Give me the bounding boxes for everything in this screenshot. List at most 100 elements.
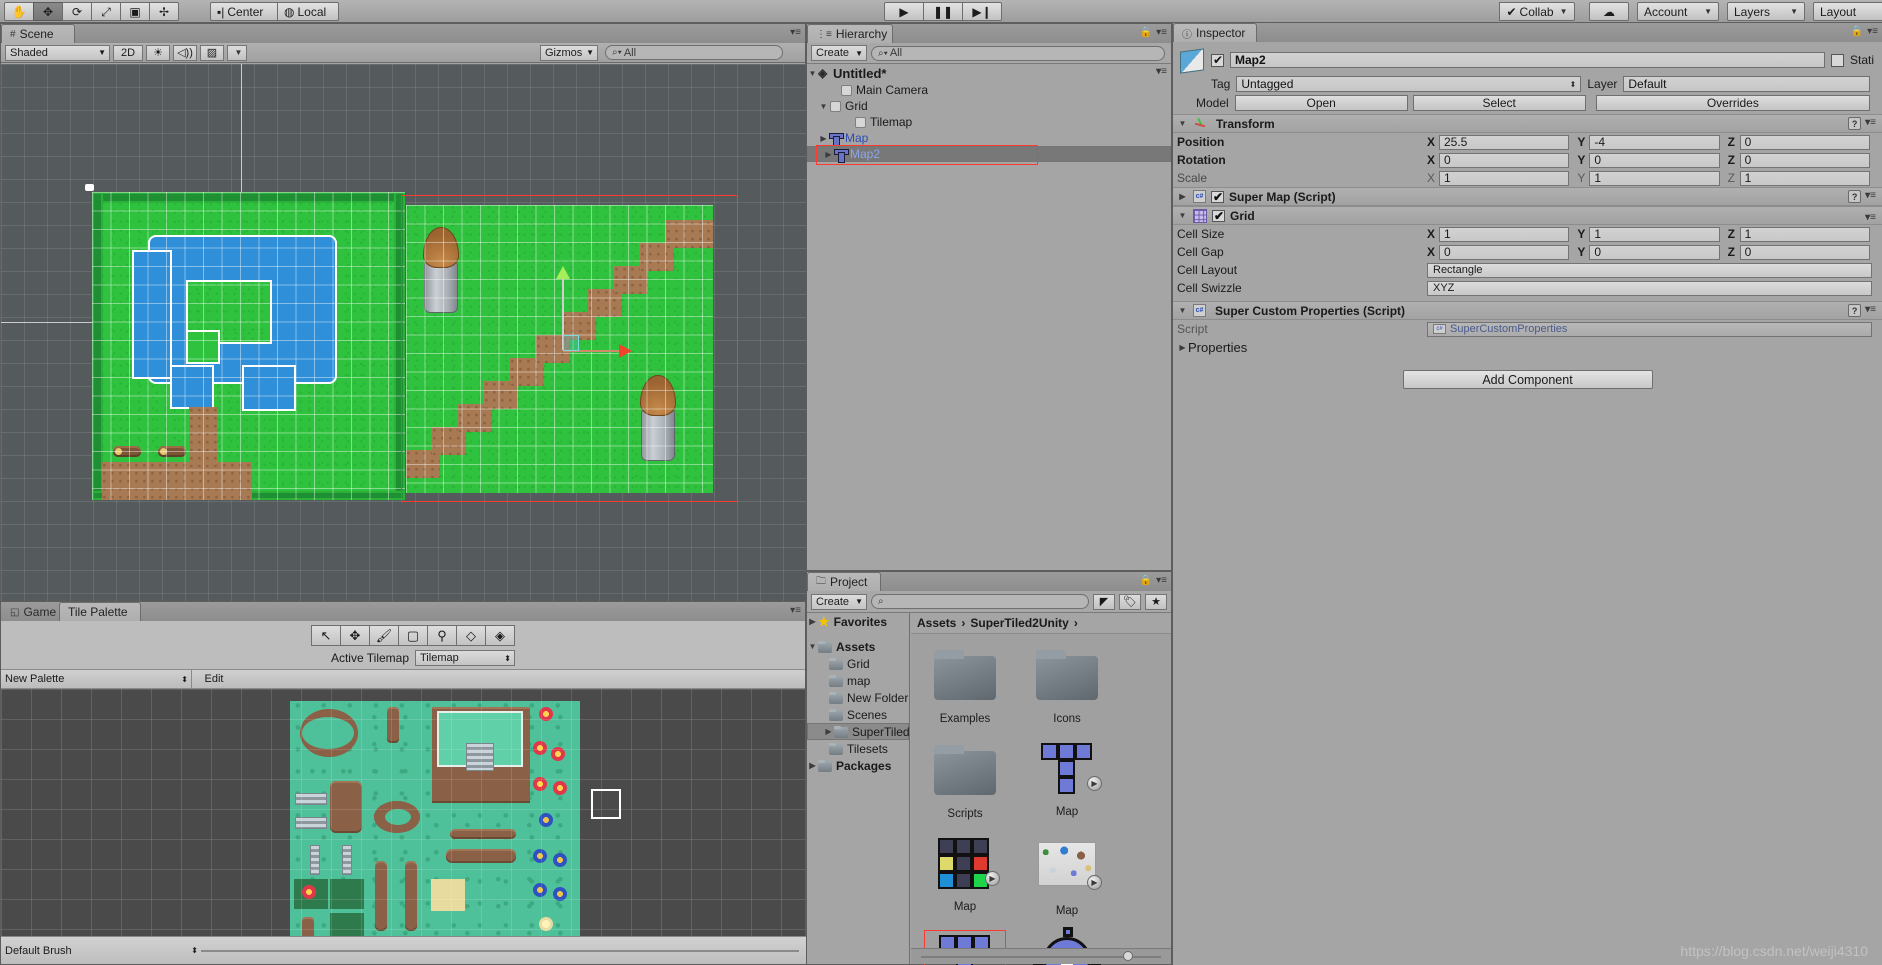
expand-triangle-icon[interactable]: ▼ bbox=[1177, 119, 1188, 128]
project-zoom-slider[interactable] bbox=[911, 948, 1171, 964]
project-tree-new-folder[interactable]: New Folder bbox=[807, 689, 909, 706]
shading-mode-dropdown[interactable]: Shaded ▼ bbox=[5, 45, 110, 61]
breadcrumb-supertiled2unity[interactable]: SuperTiled2Unity bbox=[970, 616, 1068, 630]
2d-toggle-button[interactable]: 2D bbox=[113, 45, 143, 61]
layers-button[interactable]: Layers ▼ bbox=[1727, 2, 1805, 21]
hierarchy-item-tilemap[interactable]: Tilemap bbox=[807, 114, 1171, 130]
asset-item-map-multicolor[interactable]: ▶ Map bbox=[925, 834, 1005, 917]
scene-search-input[interactable]: ⌕▾ All bbox=[605, 45, 783, 60]
menu-icon[interactable]: ▾≡ bbox=[1156, 27, 1167, 38]
add-component-button[interactable]: Add Component bbox=[1403, 370, 1653, 389]
static-checkbox[interactable] bbox=[1831, 54, 1844, 67]
fill-tool-button[interactable]: ◈ bbox=[485, 625, 515, 646]
cell-layout-dropdown[interactable]: Rectangle bbox=[1427, 263, 1872, 278]
hierarchy-item-map2[interactable]: ▶ Map2 bbox=[807, 146, 1171, 162]
expand-triangle-icon[interactable]: ▶ bbox=[1177, 192, 1188, 201]
project-create-button[interactable]: Create ▼ bbox=[811, 594, 867, 610]
box-fill-tool-button[interactable]: ▢ bbox=[398, 625, 428, 646]
scene-map-left[interactable] bbox=[92, 192, 405, 500]
scale-tool-button[interactable]: ⤢ bbox=[91, 2, 121, 21]
expand-triangle-icon[interactable]: ▼ bbox=[807, 69, 818, 78]
asset-item-map-tileset[interactable]: ▶ Map bbox=[1027, 834, 1107, 917]
project-asset-browser[interactable]: Assets › SuperTiled2Unity › Examples Ico… bbox=[911, 613, 1171, 964]
grid-enabled-checkbox[interactable] bbox=[1212, 210, 1225, 222]
project-tree-scenes[interactable]: Scenes bbox=[807, 706, 909, 723]
active-tilemap-dropdown[interactable]: Tilemap ⬍ bbox=[415, 650, 515, 666]
play-badge-icon[interactable]: ▶ bbox=[1087, 776, 1102, 791]
paint-brush-tool-button[interactable]: 🖌 bbox=[369, 625, 399, 646]
project-favorites-row[interactable]: ▶ ★ Favorites bbox=[807, 613, 909, 630]
project-tree-packages[interactable]: ▶ Packages bbox=[807, 757, 909, 774]
cell-size-z-field[interactable]: 1 bbox=[1740, 227, 1870, 242]
pause-button[interactable]: ❚❚ bbox=[923, 2, 963, 21]
menu-icon[interactable]: ▾≡ bbox=[1865, 117, 1876, 130]
project-tree-map[interactable]: map bbox=[807, 672, 909, 689]
tag-dropdown[interactable]: Untagged ⬍ bbox=[1236, 76, 1581, 92]
component-header-super-map[interactable]: ▶ c# Super Map (Script) ? ▾≡ bbox=[1173, 187, 1882, 206]
rotation-y-field[interactable]: 0 bbox=[1589, 153, 1719, 168]
scene-panel-menu[interactable]: ▾≡ bbox=[790, 27, 801, 38]
cell-size-y-field[interactable]: 1 bbox=[1589, 227, 1719, 242]
select-tool-button[interactable]: ↖ bbox=[311, 625, 341, 646]
super-map-enabled-checkbox[interactable] bbox=[1211, 191, 1224, 203]
zoom-slider-track[interactable] bbox=[921, 956, 1161, 958]
move-tool-button[interactable]: ✥ bbox=[33, 2, 63, 21]
tab-tile-palette[interactable]: Tile Palette bbox=[59, 602, 141, 621]
component-header-custom-properties[interactable]: ▼ c# Super Custom Properties (Script) ? … bbox=[1173, 301, 1882, 320]
cell-swizzle-dropdown[interactable]: XYZ bbox=[1427, 281, 1872, 296]
gizmo-xy-plane-handle[interactable] bbox=[563, 335, 579, 351]
tab-hierarchy[interactable]: ⋮≡ Hierarchy bbox=[807, 24, 893, 43]
cell-gap-z-field[interactable]: 0 bbox=[1740, 245, 1870, 260]
custom-properties-list-row[interactable]: ▶ Properties bbox=[1173, 338, 1882, 356]
rotation-z-field[interactable]: 0 bbox=[1740, 153, 1870, 168]
play-badge-icon[interactable]: ▶ bbox=[1087, 875, 1102, 890]
project-filter-type-button[interactable]: ◤ bbox=[1093, 594, 1115, 610]
cloud-button[interactable]: ☁ bbox=[1589, 2, 1629, 21]
project-search-input[interactable]: ⌕ bbox=[871, 594, 1089, 609]
play-button[interactable]: ▶ bbox=[884, 2, 924, 21]
eraser-tool-button[interactable]: ◇ bbox=[456, 625, 486, 646]
hierarchy-search-input[interactable]: ⌕▾ All bbox=[871, 46, 1165, 61]
scale-x-field[interactable]: 1 bbox=[1439, 171, 1569, 186]
collab-button[interactable]: ✔ Collab ▼ bbox=[1499, 2, 1575, 21]
hand-tool-button[interactable]: ✋ bbox=[4, 2, 34, 21]
project-tree-supertiled[interactable]: ▶ SuperTiled bbox=[807, 723, 909, 740]
expand-triangle-icon[interactable]: ▶ bbox=[818, 134, 829, 143]
tab-project[interactable]: 🗀 Project bbox=[807, 572, 881, 591]
expand-triangle-icon[interactable]: ▼ bbox=[1177, 211, 1188, 220]
cell-gap-y-field[interactable]: 0 bbox=[1589, 245, 1719, 260]
model-open-button[interactable]: Open bbox=[1235, 95, 1408, 111]
position-x-field[interactable]: 25.5 bbox=[1439, 135, 1569, 150]
project-tree-grid[interactable]: Grid bbox=[807, 655, 909, 672]
hierarchy-tree[interactable]: ▼ ◈ Untitled* ▾≡ Main Camera ▼ Grid Tile… bbox=[807, 64, 1171, 570]
scene-row-menu[interactable]: ▾≡ bbox=[1156, 66, 1167, 77]
hierarchy-item-map[interactable]: ▶ Map bbox=[807, 130, 1171, 146]
tile-palette-menu[interactable]: ▾≡ bbox=[790, 605, 801, 616]
rotate-tool-button[interactable]: ⟳ bbox=[62, 2, 92, 21]
rotation-x-field[interactable]: 0 bbox=[1439, 153, 1569, 168]
tab-scene[interactable]: # Scene bbox=[1, 24, 75, 43]
rect-tool-button[interactable]: ▣ bbox=[120, 2, 150, 21]
asset-item-map-blue[interactable]: ▶ Map bbox=[1027, 739, 1107, 820]
object-enabled-checkbox[interactable] bbox=[1211, 54, 1224, 67]
position-z-field[interactable]: 0 bbox=[1740, 135, 1870, 150]
expand-triangle-icon[interactable]: ▶ bbox=[823, 727, 834, 736]
help-icon[interactable]: ? bbox=[1848, 117, 1861, 130]
scene-map-right[interactable] bbox=[406, 205, 713, 493]
position-y-field[interactable]: -4 bbox=[1589, 135, 1719, 150]
lock-icon[interactable]: 🔒 bbox=[1140, 27, 1152, 38]
project-folder-tree[interactable]: ▶ ★ Favorites ▼ Assets Grid map bbox=[807, 613, 910, 964]
scene-lighting-button[interactable]: ☀ bbox=[146, 45, 170, 61]
asset-item-scripts[interactable]: Scripts bbox=[925, 739, 1005, 820]
component-header-transform[interactable]: ▼ Transform ? ▾≡ bbox=[1173, 114, 1882, 133]
expand-triangle-icon[interactable]: ▶ bbox=[807, 761, 818, 770]
move-tool-button[interactable]: ✥ bbox=[340, 625, 370, 646]
menu-icon[interactable]: ▾≡ bbox=[1865, 304, 1876, 317]
project-filter-label-button[interactable]: 🏷 bbox=[1119, 594, 1141, 610]
picker-tool-button[interactable]: ⚲ bbox=[427, 625, 457, 646]
hierarchy-item-grid[interactable]: ▼ Grid bbox=[807, 98, 1171, 114]
palette-edit-button[interactable]: Edit bbox=[192, 670, 236, 689]
menu-icon[interactable]: ▾≡ bbox=[1156, 575, 1167, 586]
component-header-grid[interactable]: ▼ Grid ▾≡ bbox=[1173, 206, 1882, 225]
layer-dropdown[interactable]: Default bbox=[1623, 76, 1870, 92]
